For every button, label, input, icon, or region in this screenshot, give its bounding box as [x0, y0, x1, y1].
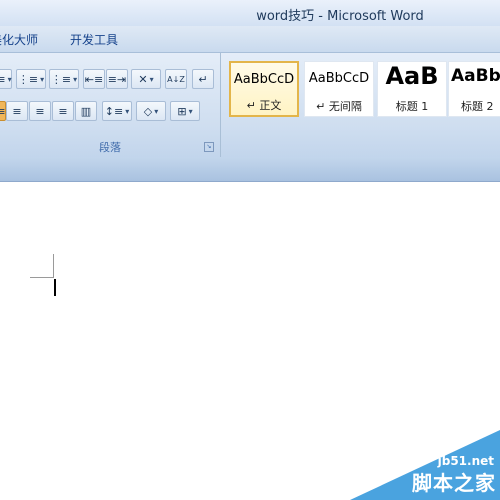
- style-sample: AaB: [385, 62, 439, 90]
- bullets-button[interactable]: ≡ ▾: [0, 69, 12, 89]
- align-right-button[interactable]: ≡: [29, 101, 51, 121]
- numbering-icon: ⋮≡: [17, 72, 39, 86]
- chevron-down-icon: ▾: [7, 74, 12, 84]
- multilevel-list-icon: ⋮≡: [50, 72, 72, 86]
- margin-corner-mark: [53, 254, 54, 278]
- window-title: word技巧 - Microsoft Word: [256, 9, 424, 24]
- shading-button[interactable]: ◇ ▾: [136, 101, 166, 121]
- chinese-layout-icon: ✕: [138, 72, 148, 86]
- chevron-down-icon: ▾: [125, 106, 130, 116]
- sort-button[interactable]: A↓Z: [165, 69, 187, 89]
- style-sample: AaBbCcD: [233, 72, 295, 87]
- chinese-layout-button[interactable]: ✕ ▾: [131, 69, 161, 89]
- numbering-button[interactable]: ⋮≡ ▾: [16, 69, 46, 89]
- align-right-icon: ≡: [35, 104, 45, 118]
- borders-icon: ⊞: [177, 104, 187, 118]
- style-name: ↵ 无间隔: [316, 100, 362, 113]
- ribbon: ≡ ▾ ⋮≡ ▾ ⋮≡ ▾ ⇤≡ ≡⇥ ✕ ▾ A↓Z ↵ ≡ ≡ ≡ ≡ ▥ …: [0, 53, 500, 157]
- borders-button[interactable]: ⊞ ▾: [170, 101, 200, 121]
- margin-corner-mark: [30, 277, 54, 278]
- increase-indent-icon: ≡⇥: [107, 72, 127, 86]
- line-spacing-button[interactable]: ↕≡ ▾: [102, 101, 132, 121]
- sort-icon: A↓Z: [167, 74, 185, 84]
- style-heading-2[interactable]: AaBb 标题 2: [448, 61, 500, 117]
- style-sample: AaBbCcD: [308, 71, 370, 86]
- ribbon-tab-bar: 美化大师 开发工具: [0, 26, 500, 53]
- show-marks-button[interactable]: ↵: [192, 69, 214, 89]
- dialog-launcher-icon[interactable]: ↘: [204, 142, 214, 152]
- align-center-button[interactable]: ≡: [6, 101, 28, 121]
- style-sample: AaBb: [451, 66, 500, 86]
- justify-button[interactable]: ≡: [52, 101, 74, 121]
- paint-bucket-icon: ◇: [143, 104, 153, 118]
- style-normal[interactable]: AaBbCcD ↵ 正文: [229, 61, 299, 117]
- ruler-bar: [0, 157, 500, 182]
- chevron-down-icon: ▾: [73, 74, 78, 84]
- styles-gallery: AaBbCcD ↵ 正文 AaBbCcD ↵ 无间隔 AaB 标题 1 AaBb…: [226, 61, 500, 125]
- decrease-indent-button[interactable]: ⇤≡: [83, 69, 105, 89]
- watermark-text: 脚本之家: [412, 471, 496, 495]
- style-no-spacing[interactable]: AaBbCcD ↵ 无间隔: [304, 61, 374, 117]
- increase-indent-button[interactable]: ≡⇥: [106, 69, 128, 89]
- align-left-icon: ≡: [0, 104, 6, 118]
- decrease-indent-icon: ⇤≡: [84, 72, 104, 86]
- multilevel-list-button[interactable]: ⋮≡ ▾: [49, 69, 79, 89]
- align-center-icon: ≡: [12, 104, 22, 118]
- watermark: jb51.net 脚本之家: [350, 420, 500, 500]
- chevron-down-icon: ▾: [188, 106, 193, 116]
- watermark-site: jb51.net: [437, 454, 494, 468]
- style-name: 标题 2: [461, 100, 494, 113]
- paragraph-group: ≡ ▾ ⋮≡ ▾ ⋮≡ ▾ ⇤≡ ≡⇥ ✕ ▾ A↓Z ↵ ≡ ≡ ≡ ≡ ▥ …: [0, 53, 221, 157]
- chevron-down-icon: ▾: [149, 74, 154, 84]
- tab-beautify-master[interactable]: 美化大师: [0, 31, 38, 48]
- justify-icon: ≡: [58, 104, 68, 118]
- style-name: ↵ 正文: [246, 99, 282, 112]
- title-bar: word技巧 - Microsoft Word: [0, 0, 500, 26]
- style-heading-1[interactable]: AaB 标题 1: [377, 61, 447, 117]
- line-spacing-icon: ↕≡: [104, 104, 124, 118]
- style-name: 标题 1: [395, 100, 429, 113]
- chevron-down-icon: ▾: [154, 106, 159, 116]
- distributed-icon: ▥: [80, 104, 92, 118]
- text-cursor: [54, 279, 56, 296]
- paragraph-mark-icon: ↵: [198, 72, 208, 86]
- tab-developer[interactable]: 开发工具: [70, 31, 118, 48]
- paragraph-group-label: 段落: [99, 141, 121, 154]
- chevron-down-icon: ▾: [40, 74, 45, 84]
- bullets-icon: ≡: [0, 72, 6, 86]
- distributed-button[interactable]: ▥: [75, 101, 97, 121]
